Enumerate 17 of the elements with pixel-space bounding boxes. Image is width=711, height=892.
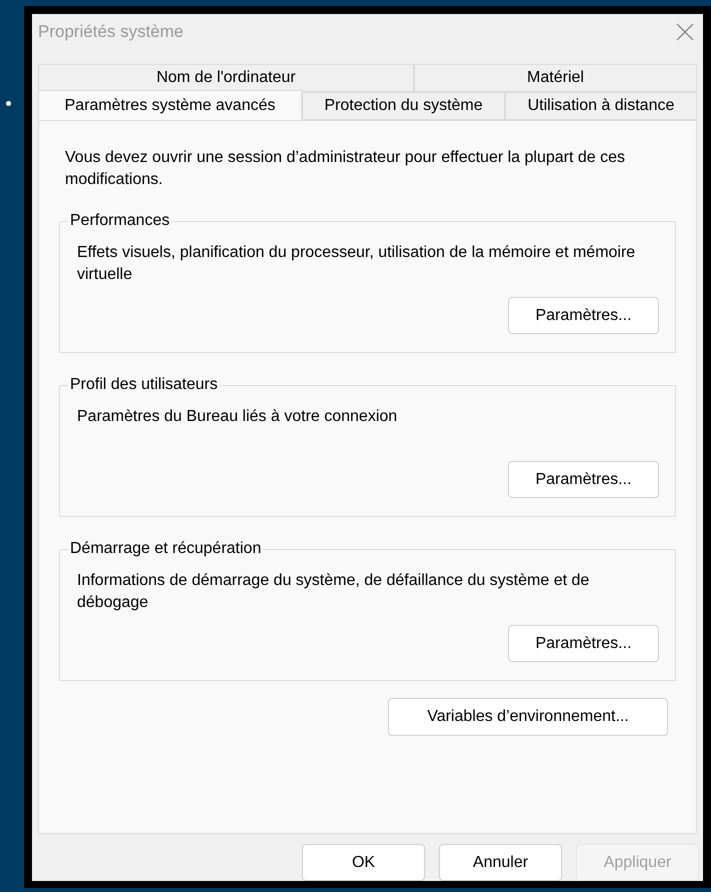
- settings-button[interactable]: Paramètres...: [508, 297, 659, 334]
- settings-button[interactable]: Paramètres...: [508, 461, 659, 498]
- settings-button[interactable]: Paramètres...: [508, 625, 659, 662]
- dialog-button[interactable]: Annuler: [439, 844, 562, 881]
- tab[interactable]: Utilisation à distance: [505, 92, 697, 120]
- tab[interactable]: Protection du système: [302, 92, 505, 120]
- window-title: Propriétés système: [38, 21, 184, 44]
- tab[interactable]: Nom de l'ordinateur: [38, 64, 414, 92]
- group-description: Informations de démarrage du système, de défaillance du système et de débogage: [77, 571, 590, 613]
- tab[interactable]: Matériel: [414, 64, 697, 92]
- dialog-button[interactable]: OK: [302, 844, 425, 881]
- group-title: Démarrage et récupération: [68, 539, 264, 559]
- tab[interactable]: Paramètres système avancés: [38, 90, 302, 120]
- intro-text: Vous devez ouvrir une session d’administrateur pour effectuer la plupart de ces modifications.: [65, 148, 626, 190]
- group-description: Effets visuels, planification du processeur, utilisation de la mémoire et mémoire virtuelle: [77, 243, 636, 285]
- group-description: Paramètres du Bureau liés à votre connexion: [77, 407, 398, 427]
- environment-variables-button[interactable]: Variables d’environnement...: [388, 698, 668, 736]
